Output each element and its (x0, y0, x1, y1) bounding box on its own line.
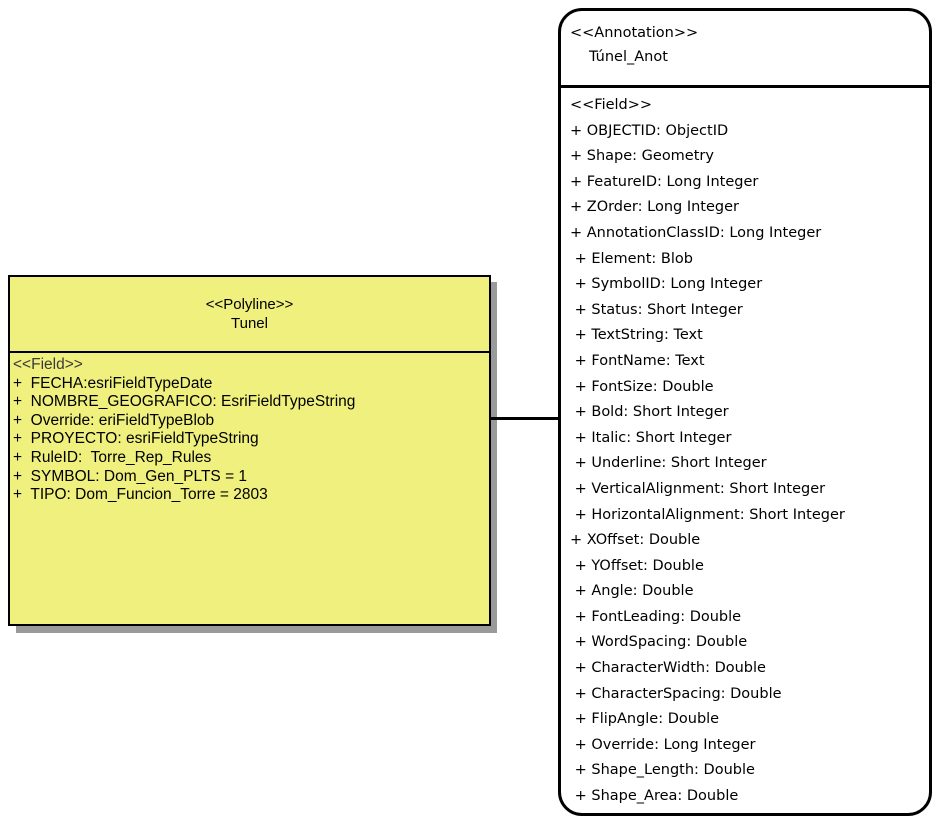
annotation-stereotype: <<Annotation>> (570, 25, 699, 41)
annotation-field: + TextString: Text (570, 327, 703, 344)
annotation-field: + FontName: Text (570, 352, 705, 369)
annotation-class-header: <<Annotation>> Túnel_Anot (561, 11, 929, 88)
polyline-field: + NOMBRE_GEOGRAFICO: EsriFieldTypeString (13, 393, 356, 411)
annotation-field-stereotype: <<Field>> (570, 97, 653, 113)
annotation-field: + Override: Long Integer (570, 736, 756, 753)
association-line (489, 417, 559, 420)
annotation-field: + Shape_Length: Double (570, 762, 755, 779)
annotation-field: + FlipAngle: Double (570, 711, 720, 728)
polyline-field: + PROYECTO: esriFieldTypeString (13, 430, 259, 448)
polyline-field: + SYMBOL: Dom_Gen_PLTS = 1 (13, 467, 248, 485)
polyline-stereotype: <<Polyline>> (205, 296, 294, 313)
annotation-field: + FontSize: Double (570, 378, 714, 395)
annotation-field: + CharacterWidth: Double (570, 660, 766, 677)
polyline-class-box[interactable]: <<Polyline>> Tunel <<Field>> + FECHA:esr… (8, 275, 491, 626)
annotation-field: + FeatureID: Long Integer (570, 173, 759, 190)
annotation-field: + OBJECTID: ObjectID (570, 122, 729, 139)
annotation-field: + Element: Blob (570, 250, 693, 267)
annotation-field: + WordSpacing: Double (570, 634, 748, 651)
polyline-fields-compartment: <<Field>> + FECHA:esriFieldTypeDate + NO… (10, 353, 489, 505)
annotation-field: + Shape: Geometry (570, 148, 714, 165)
annotation-field: + Italic: Short Integer (570, 429, 732, 446)
polyline-field: + RuleID: Torre_Rep_Rules (13, 448, 212, 466)
polyline-class-name: Tunel (231, 315, 268, 332)
polyline-field: + Override: eriFieldTypeBlob (13, 411, 215, 429)
annotation-class-box[interactable]: <<Annotation>> Túnel_Anot <<Field>> + OB… (558, 8, 932, 816)
polyline-field: + TIPO: Dom_Funcion_Torre = 2803 (13, 486, 268, 504)
annotation-field: + HorizontalAlignment: Short Integer (570, 506, 845, 523)
polyline-field-stereotype: <<Field>> (13, 356, 83, 373)
annotation-fields-compartment: <<Field>> + OBJECTID: ObjectID + Shape: … (561, 88, 929, 810)
annotation-field: + Shape_Area: Double (570, 788, 739, 805)
annotation-field: + XOffset: Double (570, 532, 701, 549)
annotation-field: + VerticalAlignment: Short Integer (570, 480, 826, 497)
annotation-field: + Bold: Short Integer (570, 404, 729, 421)
annotation-field: + CharacterSpacing: Double (570, 685, 782, 702)
annotation-field: + YOffset: Double (570, 557, 704, 574)
annotation-field: + Status: Short Integer (570, 301, 743, 318)
annotation-class-name: Túnel_Anot (589, 49, 668, 65)
annotation-field: + Underline: Short Integer (570, 455, 767, 472)
polyline-field: + FECHA:esriFieldTypeDate (13, 374, 213, 392)
annotation-field: + Angle: Double (570, 583, 694, 600)
annotation-field: + FontLeading: Double (570, 608, 742, 625)
annotation-field: + ZOrder: Long Integer (570, 199, 739, 216)
annotation-field: + AnnotationClassID: Long Integer (570, 224, 822, 241)
polyline-class-header: <<Polyline>> Tunel (10, 277, 489, 353)
annotation-field: + SymbolID: Long Integer (570, 276, 763, 293)
